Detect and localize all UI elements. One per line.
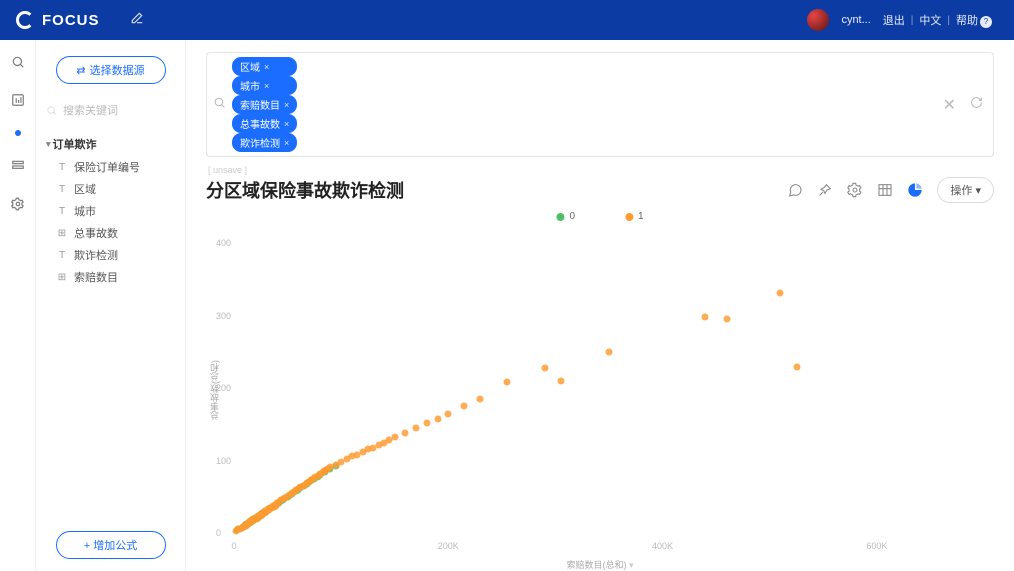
search-icon (213, 96, 226, 114)
list-icon[interactable] (10, 158, 26, 174)
clear-icon[interactable]: ✕ (939, 95, 960, 115)
field-item[interactable]: T保险订单编号 (44, 156, 177, 178)
num-field-icon: ⊞ (56, 228, 68, 239)
add-formula-button[interactable]: + 增加公式 (56, 531, 166, 559)
pill-remove-icon[interactable]: × (264, 81, 269, 91)
refresh-icon[interactable] (966, 96, 987, 114)
pin-icon[interactable] (817, 182, 833, 198)
dashboard-icon[interactable] (10, 92, 26, 108)
field-item[interactable]: ⊞索赔数目 (44, 266, 177, 288)
pill-remove-icon[interactable]: × (284, 119, 289, 129)
table-icon[interactable] (877, 182, 893, 198)
query-pill[interactable]: 区域× (232, 57, 297, 76)
data-point[interactable] (606, 349, 613, 356)
y-tick: 200 (216, 383, 231, 393)
x-tick: 0 (231, 541, 236, 551)
main-area: 区域×城市×索赔数目×总事故数×欺诈检测× ✕ [ unsave ] 分区域保险… (186, 40, 1014, 571)
data-point[interactable] (434, 415, 441, 422)
x-tick: 200K (438, 541, 459, 551)
field-item[interactable]: T城市 (44, 200, 177, 222)
y-tick: 100 (216, 456, 231, 466)
select-datasource-button[interactable]: ⇄ 选择数据源 (56, 56, 166, 84)
avatar[interactable] (807, 9, 829, 31)
logo[interactable]: FOCUS (16, 11, 100, 29)
data-point[interactable] (461, 403, 468, 410)
chart-type-icon[interactable] (907, 182, 923, 198)
query-pill[interactable]: 索赔数目× (232, 95, 297, 114)
data-point[interactable] (423, 419, 430, 426)
legend-item[interactable]: 1 (625, 211, 644, 222)
user-name[interactable]: cynt... (841, 14, 870, 26)
top-bar: FOCUS cynt... 退出| 中文| 帮助? (0, 0, 1014, 40)
gear-icon[interactable] (847, 182, 863, 198)
search-icon[interactable] (10, 54, 26, 70)
query-pill[interactable]: 总事故数× (232, 114, 297, 133)
plot-area[interactable] (234, 229, 984, 533)
data-point[interactable] (445, 410, 452, 417)
legend: 01 (556, 211, 643, 222)
query-pill[interactable]: 欺诈检测× (232, 133, 297, 152)
y-tick: 300 (216, 311, 231, 321)
data-point[interactable] (391, 434, 398, 441)
legend-item[interactable]: 0 (556, 211, 575, 222)
y-tick: 400 (216, 238, 231, 248)
dataset-name[interactable]: 订单欺诈 (44, 132, 177, 156)
field-item[interactable]: T区域 (44, 178, 177, 200)
text-field-icon: T (56, 206, 68, 217)
text-field-icon: T (56, 162, 68, 173)
edit-icon[interactable] (130, 11, 144, 30)
data-point[interactable] (402, 430, 409, 437)
operations-button[interactable]: 操作 ▾ (937, 177, 994, 203)
data-point[interactable] (793, 363, 800, 370)
pill-remove-icon[interactable]: × (264, 62, 269, 72)
pill-remove-icon[interactable]: × (284, 138, 289, 148)
data-point[interactable] (723, 316, 730, 323)
data-point[interactable] (557, 378, 564, 385)
nav-rail (0, 40, 36, 571)
page-title: 分区域保险事故欺诈检测 (206, 177, 404, 203)
data-point[interactable] (504, 379, 511, 386)
chart: 01 总事故数(总和) 索赔数目(总和) 0200K400K600K010020… (206, 209, 994, 571)
data-point[interactable] (541, 364, 548, 371)
field-item[interactable]: T欺诈检测 (44, 244, 177, 266)
y-tick: 0 (216, 528, 221, 538)
query-pill[interactable]: 城市× (232, 76, 297, 95)
side-panel: ⇄ 选择数据源 搜索关键词 订单欺诈 T保险订单编号T区域T城市⊞总事故数T欺诈… (36, 40, 186, 571)
field-search-input[interactable]: 搜索关键词 (44, 98, 177, 122)
x-tick: 400K (652, 541, 673, 551)
data-point[interactable] (477, 396, 484, 403)
field-item[interactable]: ⊞总事故数 (44, 222, 177, 244)
comment-icon[interactable] (787, 182, 803, 198)
x-tick: 600K (866, 541, 887, 551)
text-field-icon: T (56, 250, 68, 261)
lang-link[interactable]: 中文 (919, 12, 941, 28)
data-point[interactable] (777, 289, 784, 296)
settings-icon[interactable] (10, 196, 26, 212)
help-link[interactable]: 帮助? (956, 12, 992, 28)
data-point[interactable] (702, 314, 709, 321)
pill-remove-icon[interactable]: × (284, 100, 289, 110)
x-axis-label[interactable]: 索赔数目(总和) (566, 558, 633, 571)
query-bar[interactable]: 区域×城市×索赔数目×总事故数×欺诈检测× ✕ (206, 52, 994, 157)
data-point[interactable] (413, 425, 420, 432)
save-state: [ unsave ] (208, 165, 992, 175)
text-field-icon: T (56, 184, 68, 195)
num-field-icon: ⊞ (56, 272, 68, 283)
active-section-dot[interactable] (15, 130, 21, 136)
logout-link[interactable]: 退出 (883, 12, 905, 28)
